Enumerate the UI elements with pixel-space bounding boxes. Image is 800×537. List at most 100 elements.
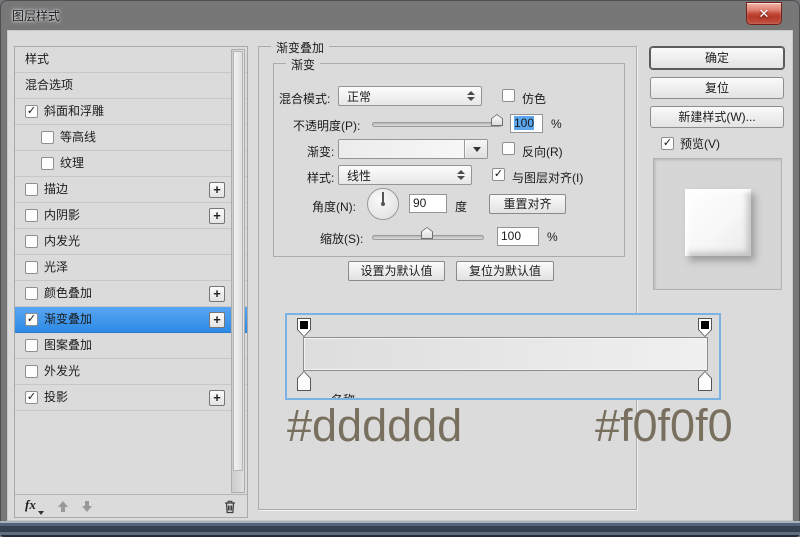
fx-menu-button[interactable]: fx: [25, 497, 44, 515]
sidebar-item-inner-glow[interactable]: 内发光: [15, 229, 247, 255]
opacity-label: 不透明度(P):: [293, 117, 360, 134]
scrollbar-thumb[interactable]: [233, 51, 243, 471]
style-select[interactable]: 线性: [338, 165, 472, 185]
trash-icon: [223, 499, 237, 514]
checkbox-unchecked[interactable]: [25, 183, 38, 196]
reset-button[interactable]: 复位: [650, 77, 784, 99]
gradient-bar[interactable]: [303, 337, 708, 371]
new-style-button[interactable]: 新建样式(W)...: [650, 106, 784, 128]
color-stop-right[interactable]: [698, 371, 712, 391]
align-layer-checkbox[interactable]: ✓: [492, 168, 505, 181]
title-bar[interactable]: 图层样式 ✕: [0, 0, 800, 30]
checkbox-unchecked[interactable]: [25, 339, 38, 352]
reverse-label: 反向(R): [522, 143, 563, 160]
sidebar-item-outer-glow[interactable]: 外发光: [15, 359, 247, 385]
move-effect-up-button[interactable]: [58, 501, 68, 512]
delete-effect-button[interactable]: [223, 499, 237, 514]
layer-style-dialog: 图层样式 ✕ 样式 混合选项 ✓ 斜面和浮雕 等高线 纹理: [0, 0, 800, 537]
checkbox-checked[interactable]: ✓: [25, 105, 38, 118]
sidebar-scrollbar[interactable]: [231, 49, 245, 493]
checkbox-checked[interactable]: ✓: [25, 313, 38, 326]
sidebar-item-pattern-overlay[interactable]: 图案叠加: [15, 333, 247, 359]
gradient-picker[interactable]: [338, 139, 488, 159]
opacity-stop-left[interactable]: [297, 318, 311, 337]
sidebar-item-label: 颜色叠加: [44, 281, 92, 306]
reverse-checkbox[interactable]: [502, 142, 515, 155]
reset-alignment-button[interactable]: 重置对齐: [489, 194, 566, 214]
sidebar-item-blending-options[interactable]: 混合选项: [15, 73, 247, 99]
sidebar-item-inner-shadow[interactable]: 内阴影 +: [15, 203, 247, 229]
angle-input[interactable]: 90: [409, 194, 447, 213]
check-icon: ✓: [27, 106, 36, 117]
sidebar-item-texture[interactable]: 纹理: [15, 151, 247, 177]
style-preview-thumbnail: [685, 189, 751, 256]
reset-to-default-button[interactable]: 复位为默认值: [456, 261, 554, 281]
blend-mode-value: 正常: [347, 88, 371, 105]
sidebar-item-drop-shadow[interactable]: ✓ 投影 +: [15, 385, 247, 411]
gradient-swatch[interactable]: [339, 140, 465, 158]
dialog-body: 样式 混合选项 ✓ 斜面和浮雕 等高线 纹理 描边 +: [7, 30, 793, 521]
scale-value: 100: [501, 229, 521, 243]
opacity-unit: %: [551, 117, 562, 131]
color-stop-left[interactable]: [297, 371, 311, 391]
sidebar-item-label: 纹理: [60, 151, 84, 176]
checkbox-unchecked[interactable]: [25, 235, 38, 248]
style-preview-panel: [653, 158, 782, 290]
scale-label: 缩放(S):: [320, 230, 363, 247]
blend-mode-select[interactable]: 正常: [338, 86, 482, 106]
sidebar-item-label: 渐变叠加: [44, 307, 92, 332]
checkbox-unchecked[interactable]: [41, 131, 54, 144]
opacity-value: 100: [514, 116, 534, 130]
opacity-slider[interactable]: [372, 122, 502, 127]
sidebar-item-label: 内阴影: [44, 203, 80, 228]
scale-slider[interactable]: [372, 235, 484, 240]
sidebar-item-styles[interactable]: 样式: [15, 47, 247, 73]
sidebar-item-contour[interactable]: 等高线: [15, 125, 247, 151]
sidebar-item-label: 等高线: [60, 125, 96, 150]
opacity-slider-thumb[interactable]: [491, 114, 503, 126]
sidebar-item-label: 样式: [25, 47, 49, 72]
sidebar-item-bevel-emboss[interactable]: ✓ 斜面和浮雕: [15, 99, 247, 125]
move-effect-down-button[interactable]: [82, 501, 92, 512]
annotation-start-hex: #dddddd: [287, 400, 462, 452]
ok-button[interactable]: 确定: [650, 47, 784, 69]
group-title: 渐变: [286, 56, 320, 73]
checkbox-unchecked[interactable]: [25, 287, 38, 300]
scale-slider-thumb[interactable]: [421, 227, 433, 239]
checkbox-unchecked[interactable]: [25, 365, 38, 378]
gradient-label: 渐变:: [307, 143, 334, 160]
add-effect-button[interactable]: +: [209, 312, 225, 328]
add-effect-button[interactable]: +: [209, 286, 225, 302]
add-effect-button[interactable]: +: [209, 182, 225, 198]
checkbox-checked[interactable]: ✓: [25, 391, 38, 404]
angle-label: 角度(N):: [312, 198, 356, 215]
preview-option: ✓ 预览(V): [661, 135, 720, 152]
close-button[interactable]: ✕: [746, 2, 782, 25]
sidebar-item-color-overlay[interactable]: 颜色叠加 +: [15, 281, 247, 307]
annotation-end-hex: #f0f0f0: [595, 400, 733, 452]
preview-checkbox[interactable]: ✓: [661, 137, 674, 150]
updown-arrows-icon: [457, 170, 465, 180]
add-effect-button[interactable]: +: [209, 208, 225, 224]
sidebar-item-satin[interactable]: 光泽: [15, 255, 247, 281]
add-effect-button[interactable]: +: [209, 390, 225, 406]
dither-checkbox[interactable]: [502, 89, 515, 102]
effects-toolbar: fx: [15, 494, 247, 517]
angle-dial[interactable]: [367, 188, 399, 220]
opacity-input[interactable]: 100: [510, 114, 543, 133]
checkbox-unchecked[interactable]: [41, 157, 54, 170]
opacity-stop-right[interactable]: [698, 318, 712, 337]
sidebar-item-label: 混合选项: [25, 73, 73, 98]
gradient-dropdown-button[interactable]: [466, 140, 487, 158]
scale-input[interactable]: 100: [497, 227, 539, 246]
make-default-button[interactable]: 设置为默认值: [348, 261, 445, 281]
fx-caret-icon: [38, 511, 44, 515]
checkbox-unchecked[interactable]: [25, 261, 38, 274]
sidebar-item-stroke[interactable]: 描边 +: [15, 177, 247, 203]
checkbox-unchecked[interactable]: [25, 209, 38, 222]
check-icon: ✓: [494, 168, 503, 180]
dialog-title: 图层样式: [12, 7, 60, 24]
dropdown-arrow-icon: [473, 147, 481, 152]
gradient-group: 渐变 混合模式: 正常 仿色 不透明度(P): 100 % 渐变:: [273, 63, 625, 257]
sidebar-item-gradient-overlay[interactable]: ✓ 渐变叠加 +: [15, 307, 247, 333]
